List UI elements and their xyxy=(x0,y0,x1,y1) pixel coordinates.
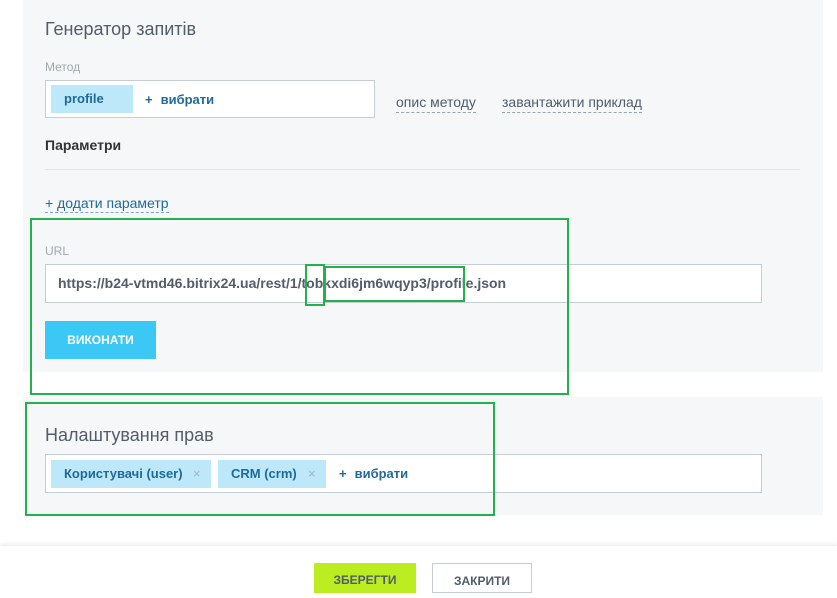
save-button[interactable]: ЗБЕРЕГТИ xyxy=(314,563,416,593)
method-description-link[interactable]: опис методу xyxy=(396,94,476,113)
rights-section-highlight xyxy=(25,402,495,516)
method-select-link[interactable]: + вибрати xyxy=(145,92,214,107)
method-tag-label: profile xyxy=(64,91,104,106)
url-section-highlight xyxy=(30,218,569,395)
add-param-link[interactable]: + додати параметр xyxy=(45,195,169,213)
params-title: Параметри xyxy=(45,137,122,153)
load-example-link[interactable]: завантажити приклад xyxy=(502,94,642,113)
webhook-code-highlight xyxy=(324,266,465,302)
method-select-label: вибрати xyxy=(160,92,215,107)
divider xyxy=(45,169,800,170)
user-id-highlight xyxy=(305,264,325,306)
method-label: Метод xyxy=(45,60,81,74)
plus-icon: + xyxy=(145,92,153,107)
footer-bar xyxy=(0,546,837,581)
method-tag[interactable]: profile xyxy=(51,85,133,113)
method-selector[interactable]: profile + вибрати xyxy=(45,80,375,118)
close-button[interactable]: ЗАКРИТИ xyxy=(432,563,532,593)
generator-title: Генератор запитів xyxy=(45,19,197,39)
